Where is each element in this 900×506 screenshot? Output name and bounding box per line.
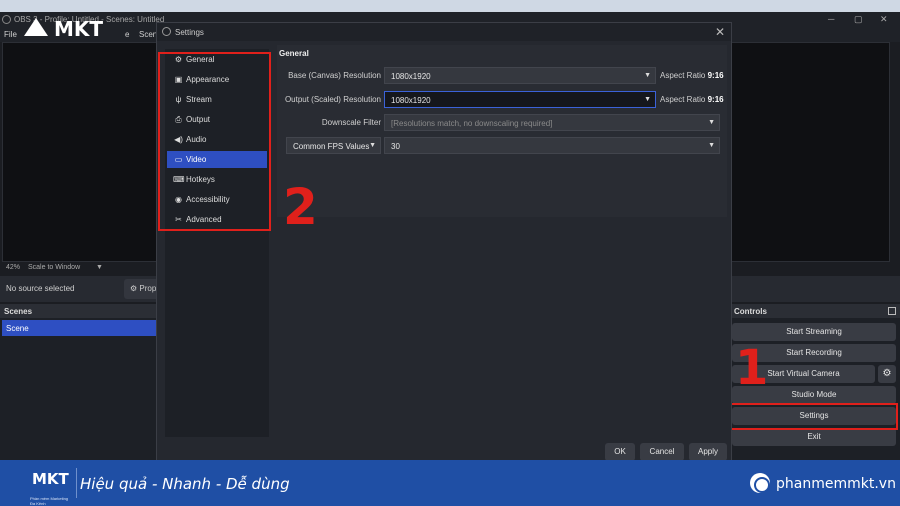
globe-icon (750, 473, 770, 493)
step-one-marker: 1 (735, 340, 769, 396)
undock-icon[interactable] (888, 307, 896, 315)
chevron-down-icon: ▼ (708, 119, 715, 126)
base-aspect-ratio: Aspect Ratio 9:16 (660, 71, 724, 80)
brand-banner: MKT Phần mềm Marketing Đa Kênh Hiệu quả … (0, 460, 900, 506)
zoom-level: 42% (6, 264, 21, 271)
obs-logo-icon (162, 27, 171, 36)
downscale-filter-label: Downscale Filter (321, 118, 381, 127)
scenes-list: Scene (0, 318, 160, 460)
list-item[interactable]: Scene (2, 320, 158, 336)
apply-button[interactable]: Apply (689, 443, 727, 461)
banner-slogan: Hiệu quả - Nhanh - Dễ dùng (80, 475, 290, 493)
close-window-icon[interactable]: ✕ (880, 14, 888, 25)
sidebar-red-highlight (158, 52, 271, 231)
ok-button[interactable]: OK (605, 443, 635, 461)
section-title: General (279, 49, 309, 58)
output-resolution-select[interactable]: 1080x1920 ▼ (384, 91, 656, 108)
settings-red-highlight (724, 403, 898, 430)
step-two-marker: 2 (283, 178, 318, 236)
scale-mode[interactable]: Scale to Window (28, 264, 80, 271)
chevron-down-icon: ▼ (644, 96, 651, 103)
chevron-down-icon: ▼ (644, 72, 651, 79)
properties-button[interactable]: ⚙ Prop (124, 279, 160, 299)
cancel-button[interactable]: Cancel (640, 443, 684, 461)
base-resolution-label: Base (Canvas) Resolution (288, 71, 381, 80)
no-source-label: No source selected (6, 284, 75, 293)
mkt-logo-text: MKT (54, 17, 104, 41)
downscale-filter-select[interactable]: [Resolutions match, no downscaling requi… (384, 114, 720, 131)
banner-logo-text: MKT (32, 470, 69, 488)
maximize-icon[interactable]: ▢ (854, 14, 863, 25)
video-settings-panel: General Base (Canvas) Resolution 1080x19… (277, 45, 727, 217)
close-icon[interactable]: ✕ (715, 25, 725, 39)
fps-type-select[interactable]: Common FPS Values ▼ (286, 137, 381, 154)
menu-file[interactable]: File (4, 30, 17, 39)
dialog-titlebar: Settings ✕ (157, 23, 731, 41)
dialog-title: Settings (175, 28, 204, 37)
fps-value-select[interactable]: 30 ▼ (384, 137, 720, 154)
start-streaming-button[interactable]: Start Streaming (732, 323, 896, 341)
scenes-dock-title: Scenes (0, 304, 160, 318)
banner-divider (76, 468, 77, 498)
mkt-mountain-icon (24, 18, 48, 36)
gear-icon: ⚙ (130, 284, 140, 293)
banner-logo-sub: Phần mềm Marketing Đa Kênh (30, 496, 69, 506)
chevron-down-icon: ▼ (369, 142, 376, 149)
minimize-icon[interactable]: ─ (828, 14, 834, 24)
chevron-down-icon[interactable]: ▼ (96, 264, 103, 271)
controls-dock-title: Controls (730, 304, 900, 318)
virtual-camera-gear-icon[interactable]: ⚙ (878, 365, 896, 383)
obs-logo-icon (2, 15, 11, 24)
screen-top-strip (0, 0, 900, 12)
chevron-down-icon: ▼ (708, 142, 715, 149)
output-resolution-label: Output (Scaled) Resolution (284, 95, 381, 104)
banner-website[interactable]: phanmemmkt.vn (776, 476, 896, 492)
mkt-banner-logo: MKT Phần mềm Marketing Đa Kênh (14, 464, 70, 506)
menu-scene-collection[interactable]: Scen (139, 30, 157, 39)
output-aspect-ratio: Aspect Ratio 9:16 (660, 95, 724, 104)
base-resolution-select[interactable]: 1080x1920 ▼ (384, 67, 656, 84)
exit-button[interactable]: Exit (732, 428, 896, 446)
